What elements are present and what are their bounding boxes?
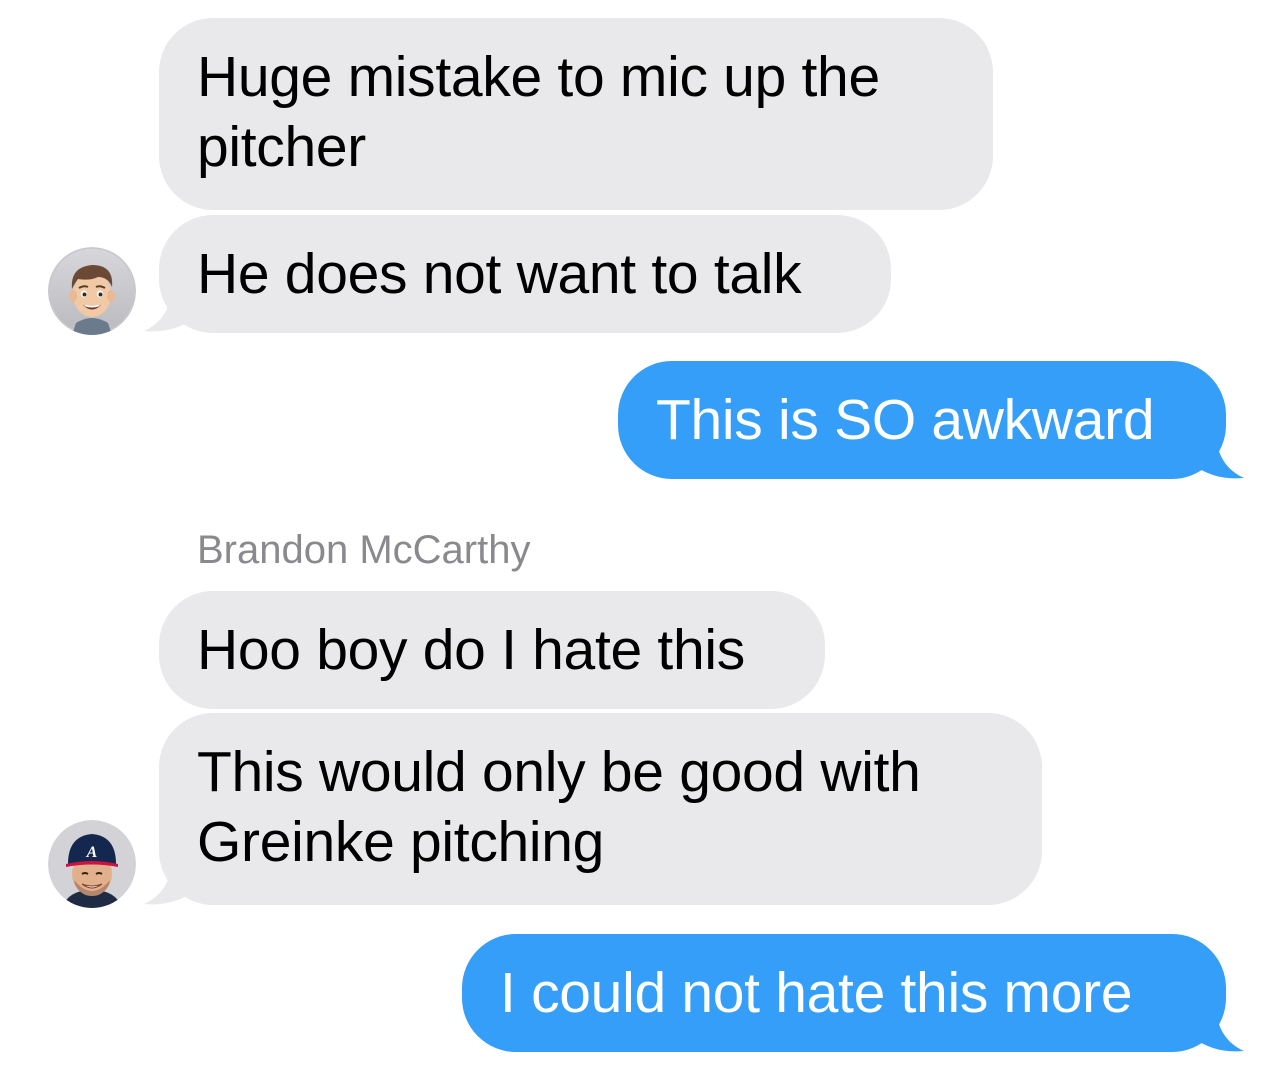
incoming-bubble-tail <box>144 858 198 905</box>
outgoing-bubble-tail <box>1190 1005 1244 1052</box>
incoming-message[interactable]: Huge mistake to mic up the pitcher <box>159 18 993 210</box>
svg-text:A: A <box>86 844 98 861</box>
outgoing-bubble-tail <box>1190 432 1244 479</box>
incoming-message[interactable]: He does not want to talk <box>159 215 891 333</box>
memoji-avatar[interactable] <box>48 247 136 335</box>
outgoing-message[interactable]: This is SO awkward <box>618 361 1226 479</box>
incoming-message[interactable]: Hoo boy do I hate this <box>159 591 825 709</box>
incoming-bubble-tail <box>144 285 198 332</box>
outgoing-message[interactable]: I could not hate this more <box>462 934 1226 1052</box>
braves-player-avatar[interactable]: A <box>48 820 136 908</box>
incoming-message[interactable]: This would only be good with Greinke pit… <box>159 713 1042 905</box>
sender-name: Brandon McCarthy <box>197 528 531 572</box>
